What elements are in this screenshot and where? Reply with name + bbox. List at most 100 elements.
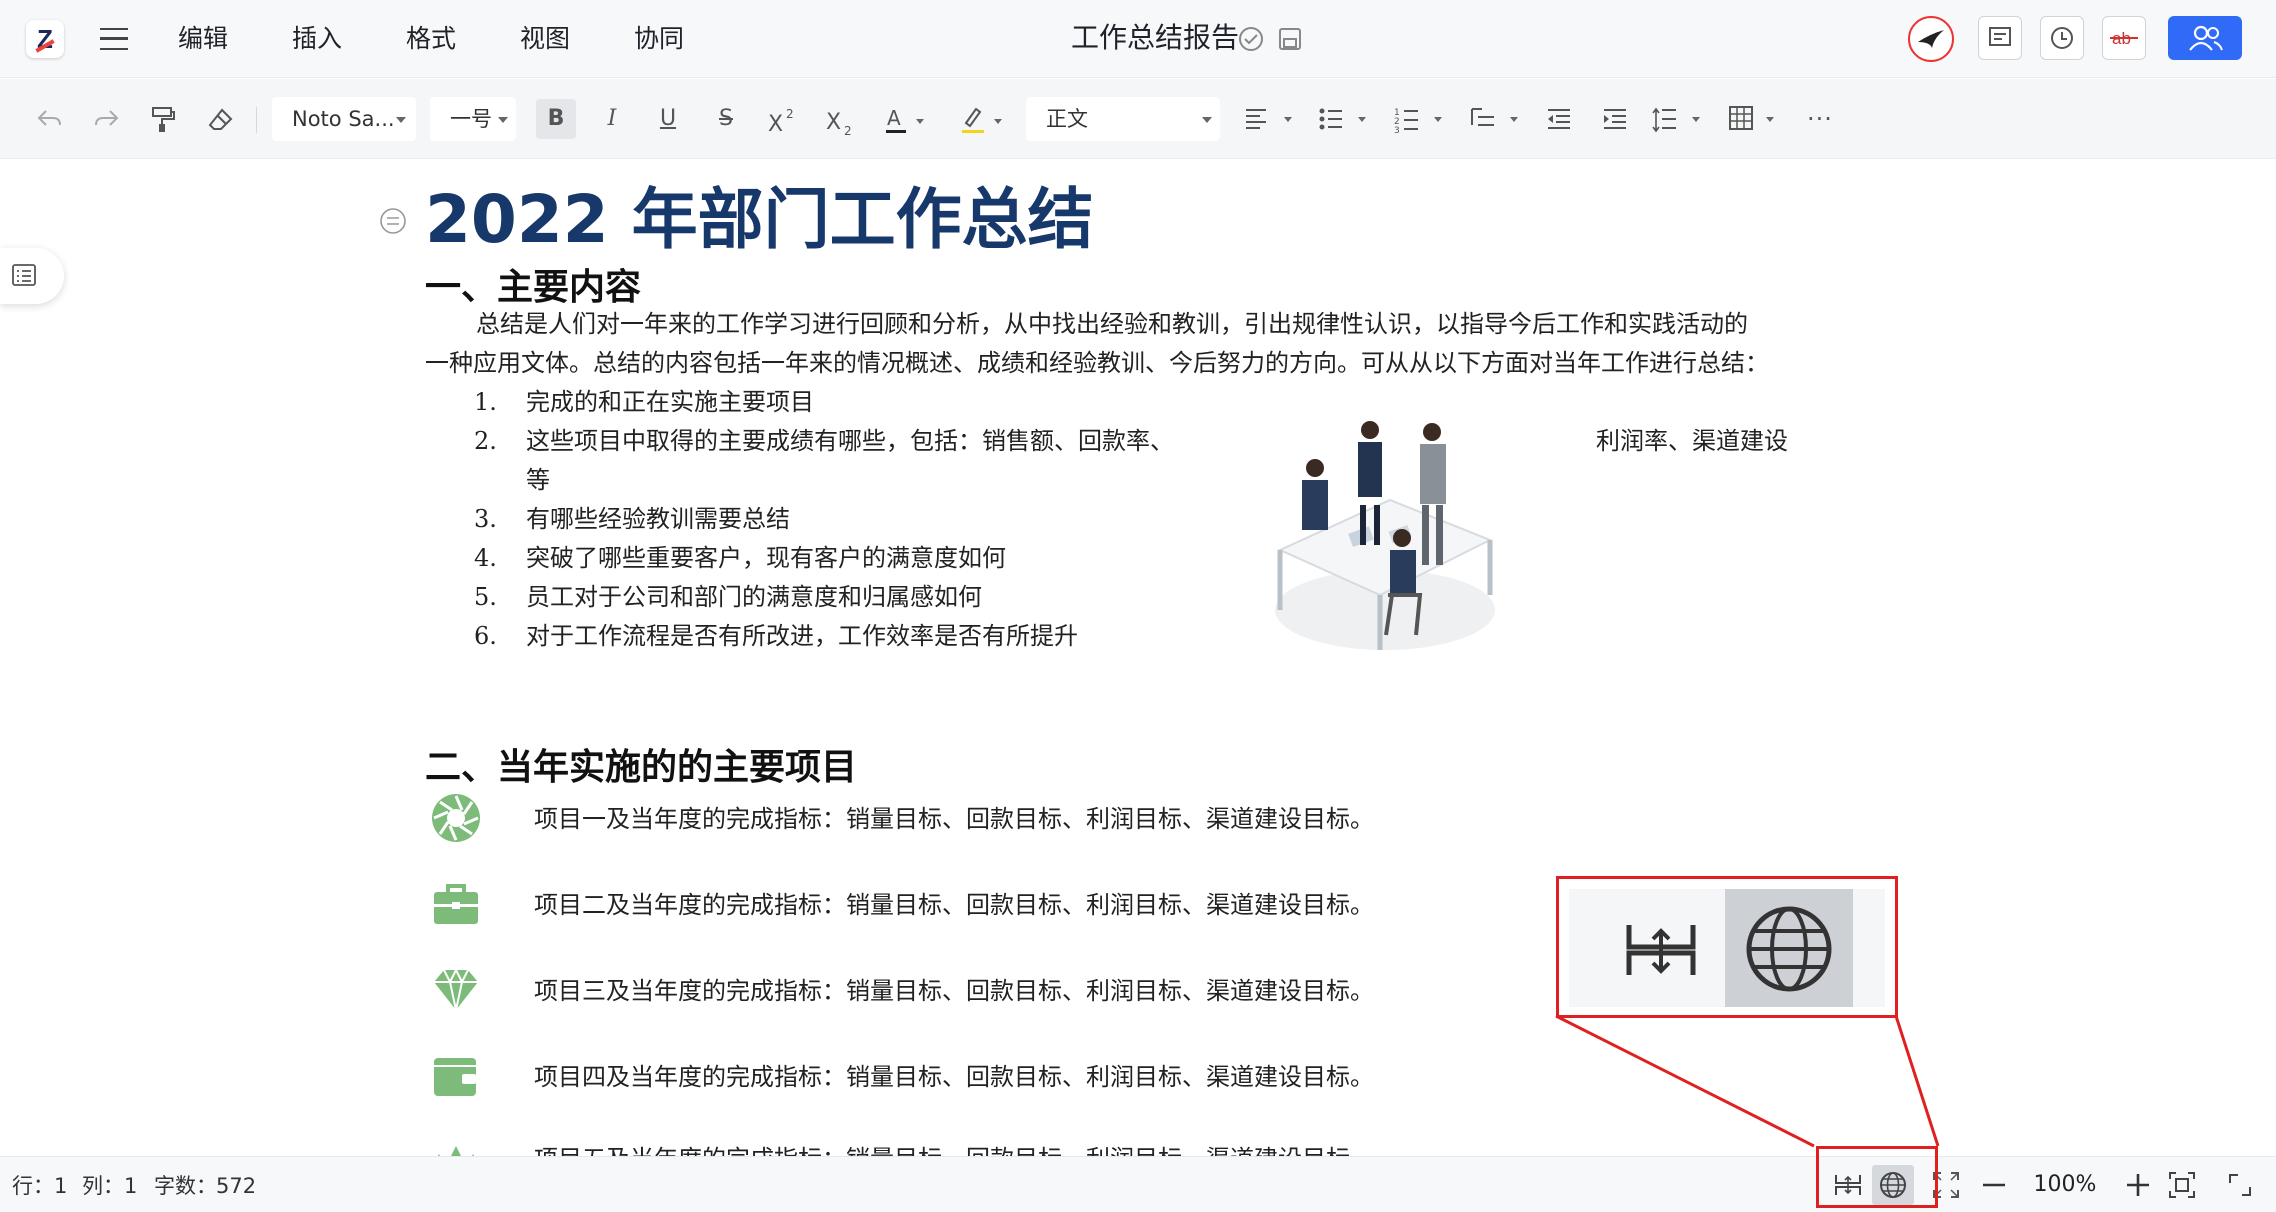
outline-toggle-button[interactable] xyxy=(0,248,64,304)
subscript-icon[interactable]: X2 xyxy=(824,105,860,137)
list-number: 1. xyxy=(474,388,497,416)
increase-indent-icon[interactable] xyxy=(1602,107,1628,133)
chevron-down-icon xyxy=(396,117,406,123)
font-size-select[interactable]: 一号 xyxy=(430,97,516,141)
outline-list-icon xyxy=(12,264,36,286)
section-heading-1: 一、主要内容 xyxy=(425,267,642,308)
svg-text:X: X xyxy=(826,110,841,135)
font-family-value: Noto Sa... xyxy=(292,107,395,131)
globe-button-zoomed xyxy=(1725,889,1853,1007)
menu-view[interactable]: 视图 xyxy=(520,22,570,56)
list-item: 有哪些经验教训需要总结 xyxy=(526,505,790,533)
format-toolbar: Noto Sa... 一号 B I U S X2 X2 A 正文 123 ··· xyxy=(0,79,2276,159)
more-options-button[interactable]: ··· xyxy=(1800,99,1840,139)
menu-bar: Z 编辑 插入 格式 视图 协同 工作总结报告 ab xyxy=(0,0,2276,78)
column-label: 列： xyxy=(82,1174,124,1198)
wallet-icon xyxy=(434,1058,476,1096)
globe-icon-zoomed xyxy=(1746,906,1832,992)
decrease-indent-icon[interactable] xyxy=(1546,107,1572,133)
redo-icon[interactable] xyxy=(92,107,120,131)
briefcase-icon xyxy=(434,884,478,924)
svg-text:2: 2 xyxy=(786,107,794,121)
aperture-icon xyxy=(432,794,480,842)
line-spacing-icon[interactable] xyxy=(1652,107,1702,133)
project-item: 项目一及当年度的完成指标：销量目标、回款目标、利润目标、渠道建设目标。 xyxy=(534,805,1374,833)
expand-corner-icon[interactable] xyxy=(2226,1171,2254,1199)
multilevel-list-icon[interactable] xyxy=(1470,105,1520,133)
comment-icon xyxy=(1989,27,2011,46)
eraser-clear-format-icon[interactable] xyxy=(208,107,234,131)
hamburger-menu-icon[interactable] xyxy=(100,28,128,50)
list-number: 4. xyxy=(474,544,497,572)
clock-icon xyxy=(2051,27,2073,49)
document-title[interactable]: 工作总结报告 xyxy=(1040,18,1270,58)
bulleted-list-icon[interactable] xyxy=(1318,107,1368,133)
svg-text:X: X xyxy=(768,112,783,135)
highlight-box-statusbar xyxy=(1816,1146,1938,1208)
zoom-level[interactable]: 100% xyxy=(2020,1167,2110,1203)
saved-check-icon xyxy=(1239,27,1263,51)
highlight-color-icon[interactable] xyxy=(960,103,1004,137)
business-meeting-illustration[interactable] xyxy=(1260,410,1510,660)
list-item-continued: 利润率、渠道建设 xyxy=(1596,427,1788,455)
paragraph-handle-icon[interactable] xyxy=(378,206,408,236)
track-changes-button[interactable]: ab xyxy=(2102,16,2146,60)
font-color-icon[interactable]: A xyxy=(884,103,924,137)
list-number: 3. xyxy=(474,505,497,533)
menu-edit[interactable]: 编辑 xyxy=(178,22,228,56)
strikethrough-button[interactable]: S xyxy=(706,99,746,139)
history-button[interactable] xyxy=(2040,16,2084,60)
svg-text:2: 2 xyxy=(844,124,852,137)
share-collaborators-button[interactable] xyxy=(2168,16,2242,60)
row-value: 1 xyxy=(54,1174,68,1198)
format-painter-icon[interactable] xyxy=(150,105,176,133)
undo-icon[interactable] xyxy=(36,107,64,131)
paragraph-style-value: 正文 xyxy=(1046,107,1088,131)
superscript-icon[interactable]: X2 xyxy=(766,105,802,135)
users-icon xyxy=(2189,25,2223,51)
intro-paragraph-line-2: 一种应用文体。总结的内容包括一年来的情况概述、成绩和经验教训、今后努力的方向。可… xyxy=(425,349,1769,377)
list-number: 2. xyxy=(474,427,497,455)
menu-collaborate[interactable]: 协同 xyxy=(634,22,684,56)
list-number: 5. xyxy=(474,583,497,611)
align-left-icon[interactable] xyxy=(1244,107,1294,133)
swallow-logo-icon xyxy=(1918,30,1944,48)
chevron-down-icon xyxy=(1202,117,1212,123)
zoom-in-icon[interactable] xyxy=(2124,1171,2152,1199)
chevron-down-icon xyxy=(498,117,508,123)
list-number: 6. xyxy=(474,622,497,650)
intro-paragraph-line-1: 总结是人们对一年来的工作学习进行回顾和分析，从中找出经验和教训，引出规律性认识，… xyxy=(476,310,1748,338)
comments-button[interactable] xyxy=(1978,16,2022,60)
underline-button[interactable]: U xyxy=(648,99,688,139)
zoom-out-icon[interactable] xyxy=(1980,1171,2008,1199)
fit-page-icon[interactable] xyxy=(2168,1171,2196,1199)
list-item: 员工对于公司和部门的满意度和归属感如何 xyxy=(526,583,982,611)
document-main-title: 2022 年部门工作总结 xyxy=(425,181,1094,258)
font-size-value: 一号 xyxy=(450,107,492,131)
word-count-value: 572 xyxy=(216,1174,257,1198)
svg-text:3: 3 xyxy=(1394,126,1400,133)
svg-text:A: A xyxy=(887,106,901,130)
paragraph-style-select[interactable]: 正文 xyxy=(1026,97,1220,141)
callout-zoom-panel xyxy=(1556,876,1898,1018)
row-label: 行： xyxy=(12,1174,54,1198)
menu-format[interactable]: 格式 xyxy=(406,22,456,56)
column-value: 1 xyxy=(124,1174,138,1198)
list-item: 对于工作流程是否有所改进，工作效率是否有所提升 xyxy=(526,622,1078,650)
app-logo[interactable]: Z xyxy=(26,20,64,58)
list-item-wrap: 等 xyxy=(526,466,550,494)
word-count-label: 字数： xyxy=(154,1174,217,1198)
project-item: 项目三及当年度的完成指标：销量目标、回款目标、利润目标、渠道建设目标。 xyxy=(534,977,1374,1005)
callout-connector-lines xyxy=(1555,1014,1940,1148)
save-icon[interactable] xyxy=(1278,27,1302,51)
page-spacing-icon-zoomed xyxy=(1626,925,1696,975)
table-insert-icon[interactable] xyxy=(1728,105,1780,133)
list-item: 完成的和正在实施主要项目 xyxy=(526,388,814,416)
logo-letter: Z xyxy=(37,24,53,54)
bold-button[interactable]: B xyxy=(536,99,576,139)
user-avatar[interactable] xyxy=(1908,16,1954,62)
numbered-list-icon[interactable]: 123 xyxy=(1394,105,1444,133)
menu-insert[interactable]: 插入 xyxy=(292,22,342,56)
italic-button[interactable]: I xyxy=(592,99,632,139)
font-family-select[interactable]: Noto Sa... xyxy=(272,97,416,141)
